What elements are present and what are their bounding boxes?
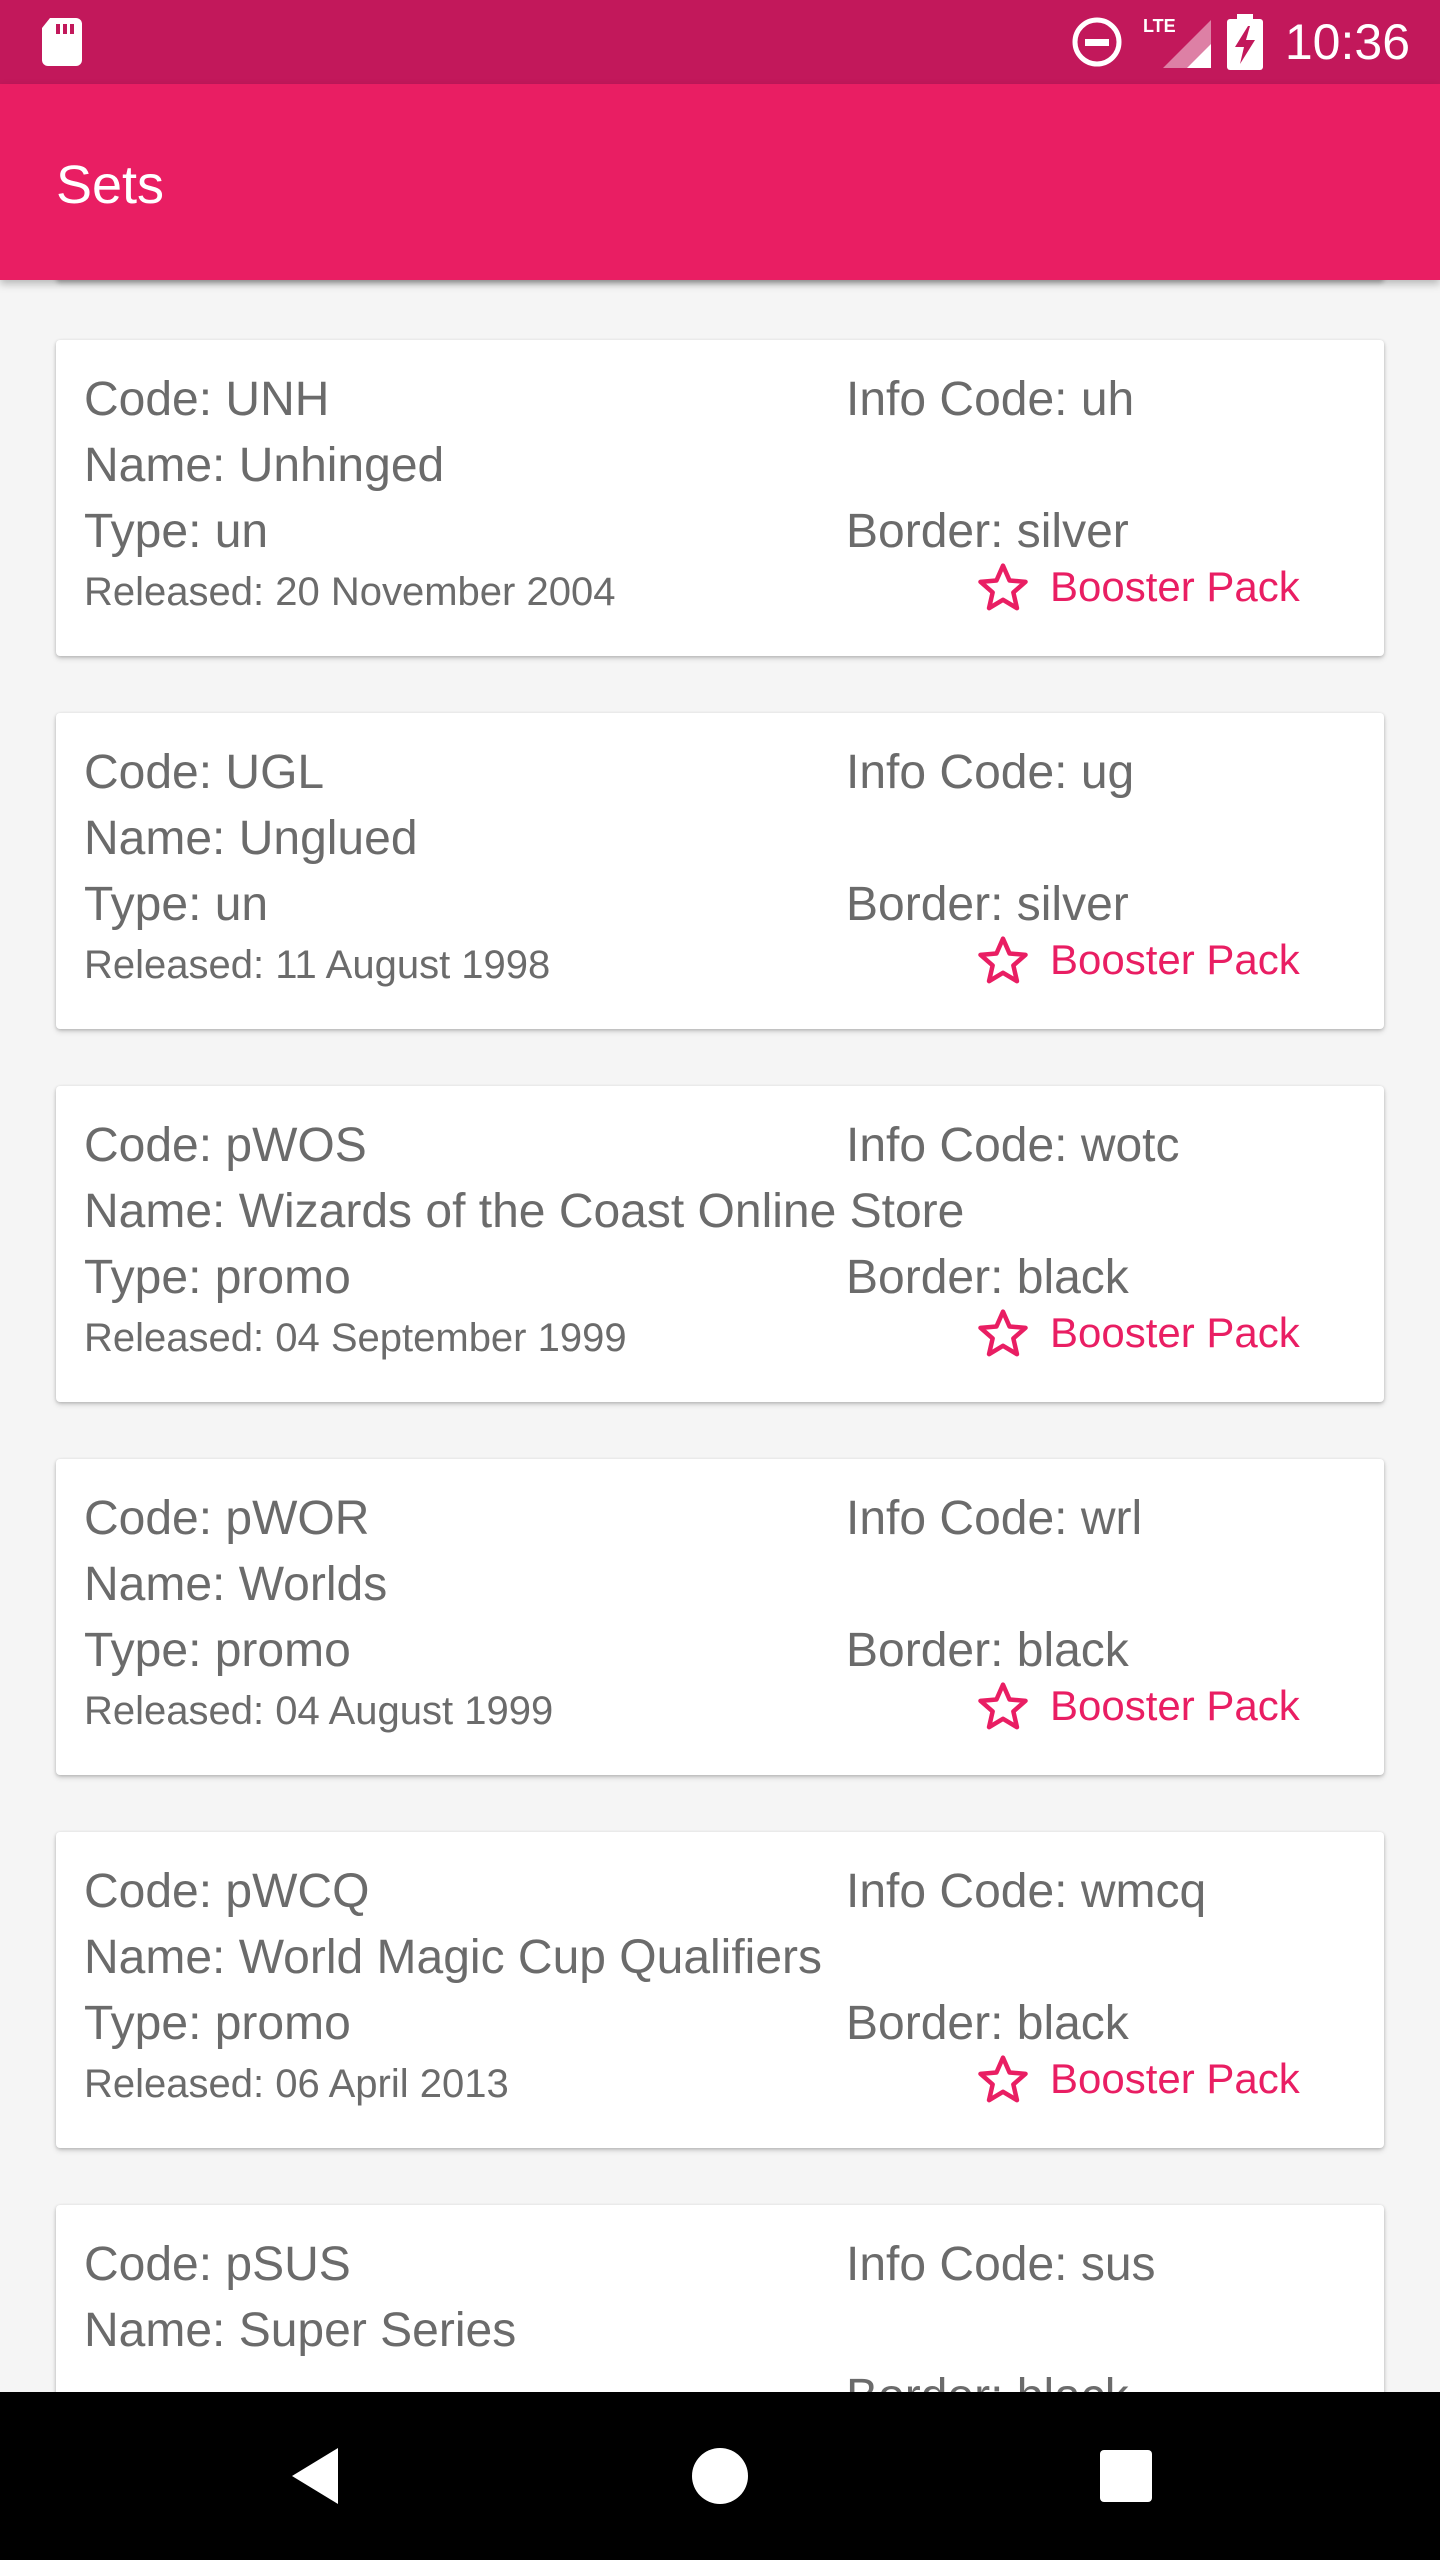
page-title: Sets [56, 155, 165, 215]
set-released: Released: 04 September 1999 [84, 1316, 627, 1360]
set-info-code: Info Code: wrl [846, 1492, 1143, 1545]
set-name: Name: Unhinged [84, 439, 445, 492]
set-card[interactable]: Code: UNH Name: Unhinged Type: un Releas… [56, 340, 1384, 656]
set-info-code: Info Code: uh [846, 373, 1135, 426]
set-released: Released: 20 November 2004 [84, 570, 616, 614]
star-icon [978, 2055, 1028, 2103]
set-card[interactable]: Code: pWCQ Name: World Magic Cup Qualifi… [56, 1832, 1384, 2148]
home-icon [692, 2448, 748, 2504]
set-type: Type: promo [84, 1997, 351, 2050]
set-code: Code: pWCQ [84, 1865, 370, 1918]
booster-pack-button[interactable]: Booster Pack [976, 2052, 1300, 2106]
network-type-label: LTE [1143, 16, 1176, 36]
set-info-code: Info Code: wotc [846, 1119, 1180, 1172]
star-icon [978, 1309, 1028, 1357]
set-name: Name: World Magic Cup Qualifiers [84, 1931, 823, 1984]
set-code: Code: pWOS [84, 1119, 367, 1172]
star-icon [978, 563, 1028, 611]
recents-button[interactable] [1046, 2392, 1206, 2560]
booster-pack-label: Booster Pack [1050, 2055, 1300, 2102]
home-button[interactable] [640, 2392, 800, 2560]
app-bar: Sets [0, 84, 1440, 280]
booster-pack-label: Booster Pack [1050, 1309, 1300, 1356]
set-info-code: Info Code: sus [846, 2238, 1156, 2291]
sd-card-icon [42, 18, 82, 66]
set-code: Code: UGL [84, 746, 325, 799]
signal-icon: LTE [1143, 16, 1211, 68]
booster-pack-label: Booster Pack [1050, 936, 1300, 983]
set-released: Released: 06 April 2013 [84, 2062, 509, 2106]
set-name: Name: Super Series [84, 2304, 517, 2357]
set-info-code: Info Code: ug [846, 746, 1135, 799]
set-card[interactable]: Code: pWOS Name: Wizards of the Coast On… [56, 1086, 1384, 1402]
set-card[interactable]: Code: pWOR Name: Worlds Type: promo Rele… [56, 1459, 1384, 1775]
set-type: Type: un [84, 878, 269, 931]
booster-pack-button[interactable]: Booster Pack [976, 1306, 1300, 1360]
status-bar: LTE 10:36 [0, 0, 1440, 84]
booster-pack-button[interactable]: Booster Pack [976, 560, 1300, 614]
set-info-code: Info Code: wmcq [846, 1865, 1207, 1918]
set-code: Code: pSUS [84, 2238, 351, 2291]
set-type: Type: promo [84, 1251, 351, 1304]
star-icon [978, 1682, 1028, 1730]
set-border: Border: black [846, 1997, 1129, 2050]
set-card[interactable]: Code: UGL Name: Unglued Type: un Release… [56, 713, 1384, 1029]
set-released: Released: 04 August 1999 [84, 1689, 554, 1733]
booster-pack-label: Booster Pack [1050, 563, 1300, 610]
booster-pack-label: Booster Pack [1050, 1682, 1300, 1729]
set-border: Border: black [846, 1251, 1129, 1304]
set-code: Code: UNH [84, 373, 330, 426]
sets-list[interactable]: Code: UNH Name: Unhinged Type: un Releas… [0, 280, 1440, 2392]
recents-icon [1100, 2450, 1152, 2502]
set-name: Name: Wizards of the Coast Online Store [84, 1185, 965, 1238]
set-name: Name: Unglued [84, 812, 418, 865]
set-border: Border: black [846, 2369, 1129, 2392]
set-released: Released: 11 August 1998 [84, 943, 551, 987]
battery-charging-icon [1226, 14, 1263, 70]
navigation-bar [0, 2392, 1440, 2560]
booster-pack-button[interactable]: Booster Pack [976, 1679, 1300, 1733]
set-border: Border: silver [846, 878, 1129, 931]
set-border: Border: black [846, 1624, 1129, 1677]
set-border: Border: silver [846, 505, 1129, 558]
status-time: 10:36 [1284, 14, 1410, 70]
set-card[interactable]: Code: pSUS Name: Super Series Info Code:… [56, 2205, 1384, 2392]
do-not-disturb-icon [1072, 17, 1122, 67]
back-button[interactable] [236, 2392, 396, 2560]
star-icon [978, 936, 1028, 984]
set-type: Type: promo [84, 1624, 351, 1677]
set-type: Type: un [84, 505, 269, 558]
set-name: Name: Worlds [84, 1558, 388, 1611]
booster-pack-button[interactable]: Booster Pack [976, 933, 1300, 987]
set-code: Code: pWOR [84, 1492, 370, 1545]
back-icon [292, 2448, 338, 2504]
